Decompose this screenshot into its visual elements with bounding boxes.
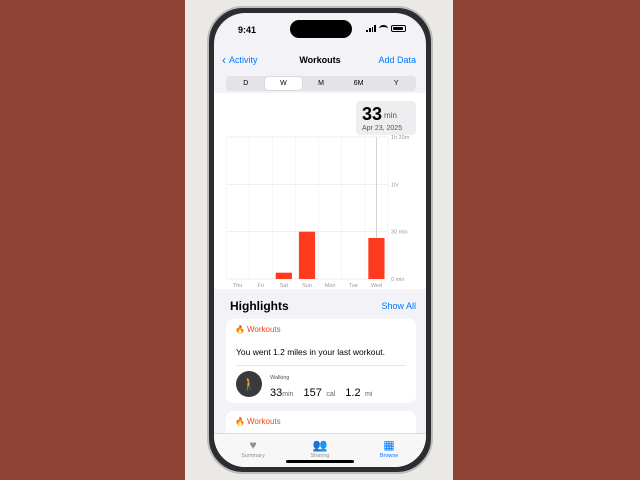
x-tick-label: Tue <box>349 283 358 289</box>
people-icon: 👥 <box>312 438 328 452</box>
segment-y[interactable]: Y <box>377 77 415 90</box>
grid-icon: ▦ <box>383 438 395 452</box>
x-tick-label: Sun <box>302 283 312 289</box>
phone-screen: 9:41 ‹ Activity Workouts Add Data D W M 6M Y… <box>214 13 426 467</box>
highlight-card-last-workout[interactable]: 🔥 Workouts You went 1.2 miles in your la… <box>226 319 416 403</box>
show-all-button[interactable]: Show All <box>381 301 416 311</box>
dynamic-island <box>290 20 352 38</box>
callout-unit: min <box>384 111 397 120</box>
callout-date: Apr 23, 2025 <box>362 125 403 132</box>
segment-w[interactable]: W <box>264 77 303 90</box>
chevron-left-icon: ‹ <box>222 52 226 67</box>
bar-wed[interactable] <box>368 237 385 279</box>
x-tick-label: Sat <box>280 283 289 289</box>
segment-m[interactable]: M <box>302 77 340 90</box>
card-category: 🔥 Workouts <box>235 417 281 426</box>
card-headline: You went 1.2 miles in your last workout. <box>236 347 385 357</box>
tab-sharing[interactable]: 👥 Sharing <box>295 439 345 459</box>
back-button[interactable]: ‹ Activity <box>222 52 258 67</box>
status-time: 9:41 <box>238 25 257 35</box>
tab-summary[interactable]: ♥ Summary <box>228 439 278 459</box>
navigation-bar: ‹ Activity Workouts Add Data <box>214 53 426 69</box>
card-category: 🔥 Workouts <box>235 325 281 334</box>
wifi-icon <box>379 25 388 32</box>
bar-sun[interactable] <box>298 231 316 279</box>
heart-icon: ♥ <box>249 438 257 452</box>
callout-value: 33 <box>362 104 383 124</box>
add-data-button[interactable]: Add Data <box>378 55 416 65</box>
y-tick-label: 30 min <box>391 230 408 236</box>
x-tick-label: Wed <box>371 283 382 289</box>
battery-icon <box>391 25 406 32</box>
y-tick-label: 0 min <box>391 277 404 283</box>
x-tick-label: Fri <box>258 283 264 289</box>
phone-frame: 9:41 ‹ Activity Workouts Add Data D W M 6M Y… <box>207 6 433 474</box>
workout-stats: 33min 157 cal 1.2 mi <box>270 383 372 401</box>
cellular-signal-icon <box>366 25 376 32</box>
bar-sat[interactable] <box>275 272 292 279</box>
x-tick-label: Mon <box>325 283 336 289</box>
stat-distance: 1.2 mi <box>345 387 373 399</box>
y-tick-label: 1h 30m <box>391 135 410 141</box>
stat-calories: 157 cal <box>303 387 336 399</box>
back-button-label: Activity <box>229 55 258 65</box>
tab-browse[interactable]: ▦ Browse <box>364 439 414 459</box>
time-range-segmented-control: D W M 6M Y <box>226 76 416 91</box>
stat-duration: 33min <box>270 387 294 399</box>
selected-value-callout: 33 min Apr 23, 2025 <box>356 101 416 135</box>
highlights-header: Highlights Show All <box>214 297 426 317</box>
flame-icon: 🔥 <box>235 325 245 334</box>
activity-label: Walking <box>270 375 290 381</box>
card-divider <box>236 365 406 366</box>
segment-d[interactable]: D <box>227 77 265 90</box>
workouts-chart-card: 0 min 30 min 1hr 1h 30m Thu Fri Sat Sun Mon Tue We… <box>214 93 426 289</box>
home-indicator <box>286 460 354 463</box>
y-tick-label: 1hr <box>391 182 399 188</box>
segment-6m[interactable]: 6M <box>340 77 378 90</box>
walking-icon: 🚶 <box>236 371 262 397</box>
card-category-label: Workouts <box>246 417 281 426</box>
x-tick-label: Thu <box>233 283 242 289</box>
highlights-title: Highlights <box>230 299 289 313</box>
status-icons <box>366 25 406 32</box>
flame-icon: 🔥 <box>235 417 245 426</box>
card-category-label: Workouts <box>246 325 281 334</box>
